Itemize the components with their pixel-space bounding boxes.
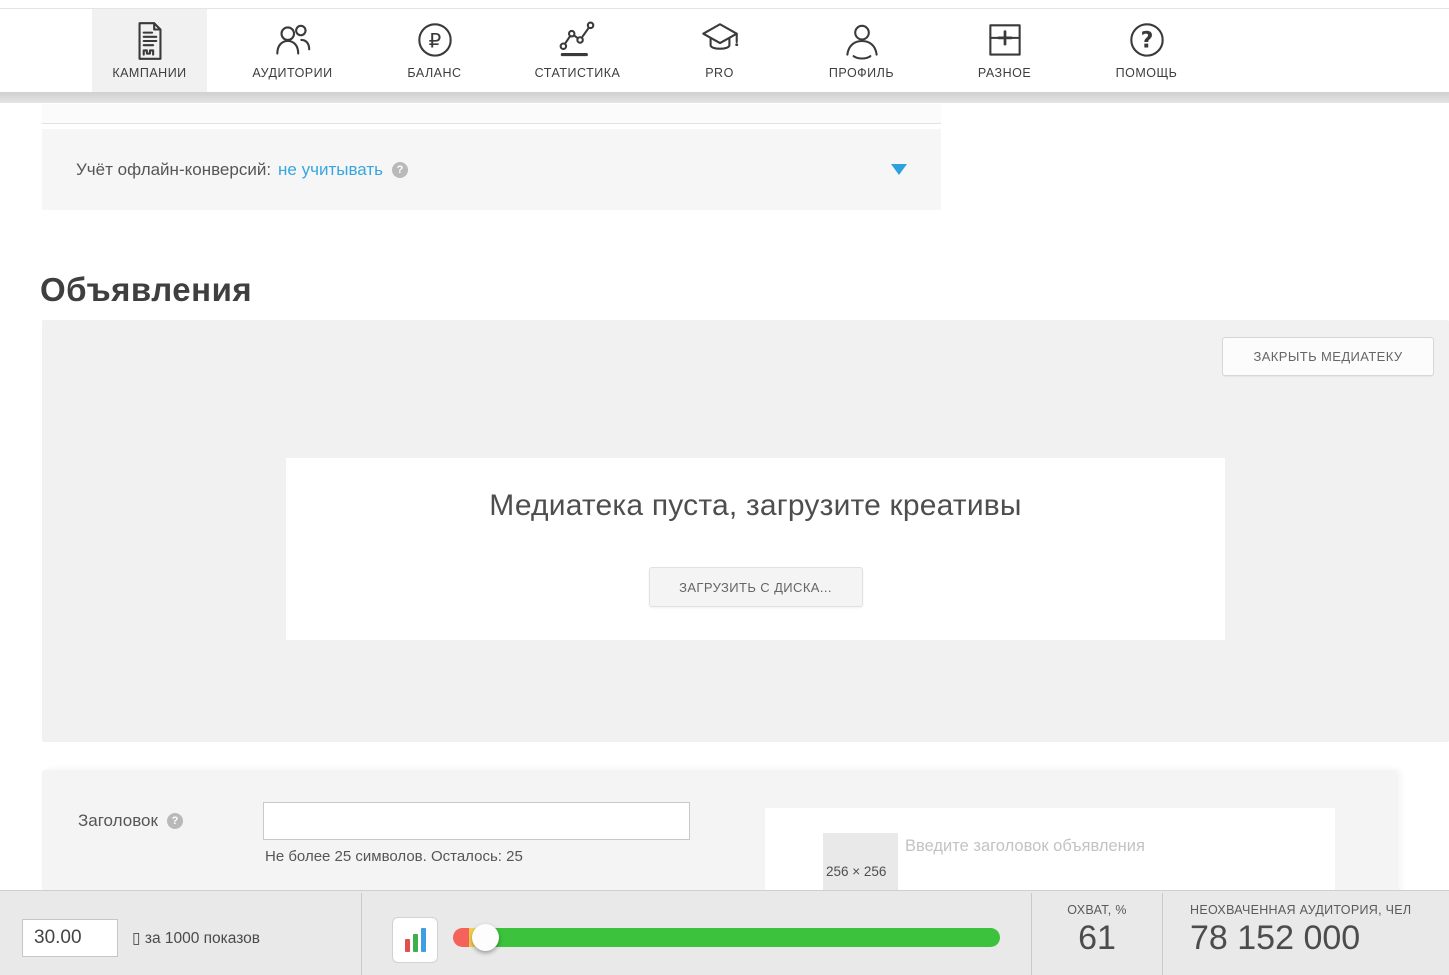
offline-conversions-label: Учёт офлайн-конверсий: (76, 160, 271, 180)
price-unit-text: за 1000 показов (145, 930, 260, 947)
profile-person-icon (839, 18, 885, 64)
price-slider-handle[interactable] (472, 924, 499, 951)
ads-section-title: Объявления (40, 271, 252, 309)
reach-value: 61 (1032, 919, 1162, 958)
media-library-panel: ЗАКРЫТЬ МЕДИАТЕКУ Медиатека пуста, загру… (42, 320, 1449, 742)
svg-text:?: ? (1140, 28, 1153, 53)
close-media-library-button[interactable]: ЗАКРЫТЬ МЕДИАТЕКУ (1222, 337, 1434, 376)
misc-window-plus-icon (982, 18, 1028, 64)
price-chart-toggle-button[interactable] (392, 917, 438, 963)
chart-bar-green (413, 934, 418, 952)
chart-bar-red (405, 939, 410, 952)
nav-item-misc[interactable]: РАЗНОЕ (947, 9, 1062, 93)
campaign-editor-screen: КАМПАНИИ АУДИТОРИИ ₽ БАЛАНС (0, 0, 1449, 975)
campaigns-document-icon (127, 18, 173, 64)
nav-item-statistics[interactable]: СТАТИСТИКА (520, 9, 635, 93)
price-slider-track[interactable] (453, 928, 1000, 947)
chart-bar-blue (421, 928, 426, 952)
currency-missing-glyph: ▯ (132, 929, 141, 947)
nav-label: БАЛАНС (407, 66, 461, 80)
ad-preview-title-placeholder: Введите заголовок объявления (905, 837, 1145, 856)
nav-label: КАМПАНИИ (112, 66, 186, 80)
top-navigation: КАМПАНИИ АУДИТОРИИ ₽ БАЛАНС (0, 8, 1449, 93)
nav-label: АУДИТОРИИ (252, 66, 332, 80)
unreached-audience-stat-block: НЕОХВАЧЕННАЯ АУДИТОРИЯ, ЧЕЛ 78 152 000 (1190, 891, 1445, 975)
pro-graduation-cap-icon (697, 18, 743, 64)
nav-item-profile[interactable]: ПРОФИЛЬ (804, 9, 919, 93)
ad-preview-image-size: 256 × 256 (826, 864, 901, 879)
nav-label: СТАТИСТИКА (535, 66, 621, 80)
unreached-audience-label: НЕОХВАЧЕННАЯ АУДИТОРИЯ, ЧЕЛ (1190, 903, 1445, 917)
collapse-chevron-icon[interactable] (891, 164, 907, 175)
offline-conversions-value-link[interactable]: не учитывать (278, 160, 383, 180)
help-tooltip-icon[interactable]: ? (392, 162, 408, 178)
unreached-audience-value: 78 152 000 (1190, 919, 1445, 958)
balance-ruble-icon: ₽ (412, 18, 458, 64)
ad-title-help-icon[interactable]: ? (167, 813, 183, 829)
upload-from-disk-button[interactable]: ЗАГРУЗИТЬ С ДИСКА... (649, 567, 863, 607)
reach-stat-block: ОХВАТ, % 61 (1032, 891, 1162, 975)
nav-item-campaigns[interactable]: КАМПАНИИ (92, 9, 207, 93)
nav-item-pro[interactable]: PRO (662, 9, 777, 93)
divider (1162, 893, 1163, 975)
media-library-empty-text: Медиатека пуста, загрузите креативы (286, 489, 1225, 523)
svg-text:₽: ₽ (428, 29, 441, 52)
offline-conversions-card: Учёт офлайн-конверсий: не учитывать ? (42, 129, 941, 210)
help-question-icon: ? (1124, 18, 1170, 64)
ad-title-input[interactable] (263, 802, 690, 840)
nav-shadow-strip (0, 92, 1449, 103)
media-library-empty-card: Медиатека пуста, загрузите креативы ЗАГР… (286, 458, 1225, 640)
nav-label: РАЗНОЕ (978, 66, 1031, 80)
nav-item-audiences[interactable]: АУДИТОРИИ (235, 9, 350, 93)
nav-label: PRO (705, 66, 734, 80)
nav-item-help[interactable]: ? ПОМОЩЬ (1089, 9, 1204, 93)
ad-title-char-limit-hint: Не более 25 символов. Осталось: 25 (265, 848, 523, 865)
nav-label: ПОМОЩЬ (1116, 66, 1178, 80)
price-reach-bar: ▯ за 1000 показов ОХВАТ, % 61 НЕОХВАЧЕНН… (0, 890, 1449, 975)
price-unit-label: ▯ за 1000 показов (132, 929, 260, 948)
statistics-graph-icon (555, 18, 601, 64)
nav-label: ПРОФИЛЬ (829, 66, 894, 80)
divider (361, 893, 362, 975)
ad-title-label: Заголовок (78, 811, 158, 831)
nav-item-balance[interactable]: ₽ БАЛАНС (377, 9, 492, 93)
audiences-people-icon (270, 18, 316, 64)
previous-section-edge (42, 104, 941, 124)
price-per-1000-input[interactable] (22, 919, 118, 957)
reach-label: ОХВАТ, % (1032, 903, 1162, 917)
